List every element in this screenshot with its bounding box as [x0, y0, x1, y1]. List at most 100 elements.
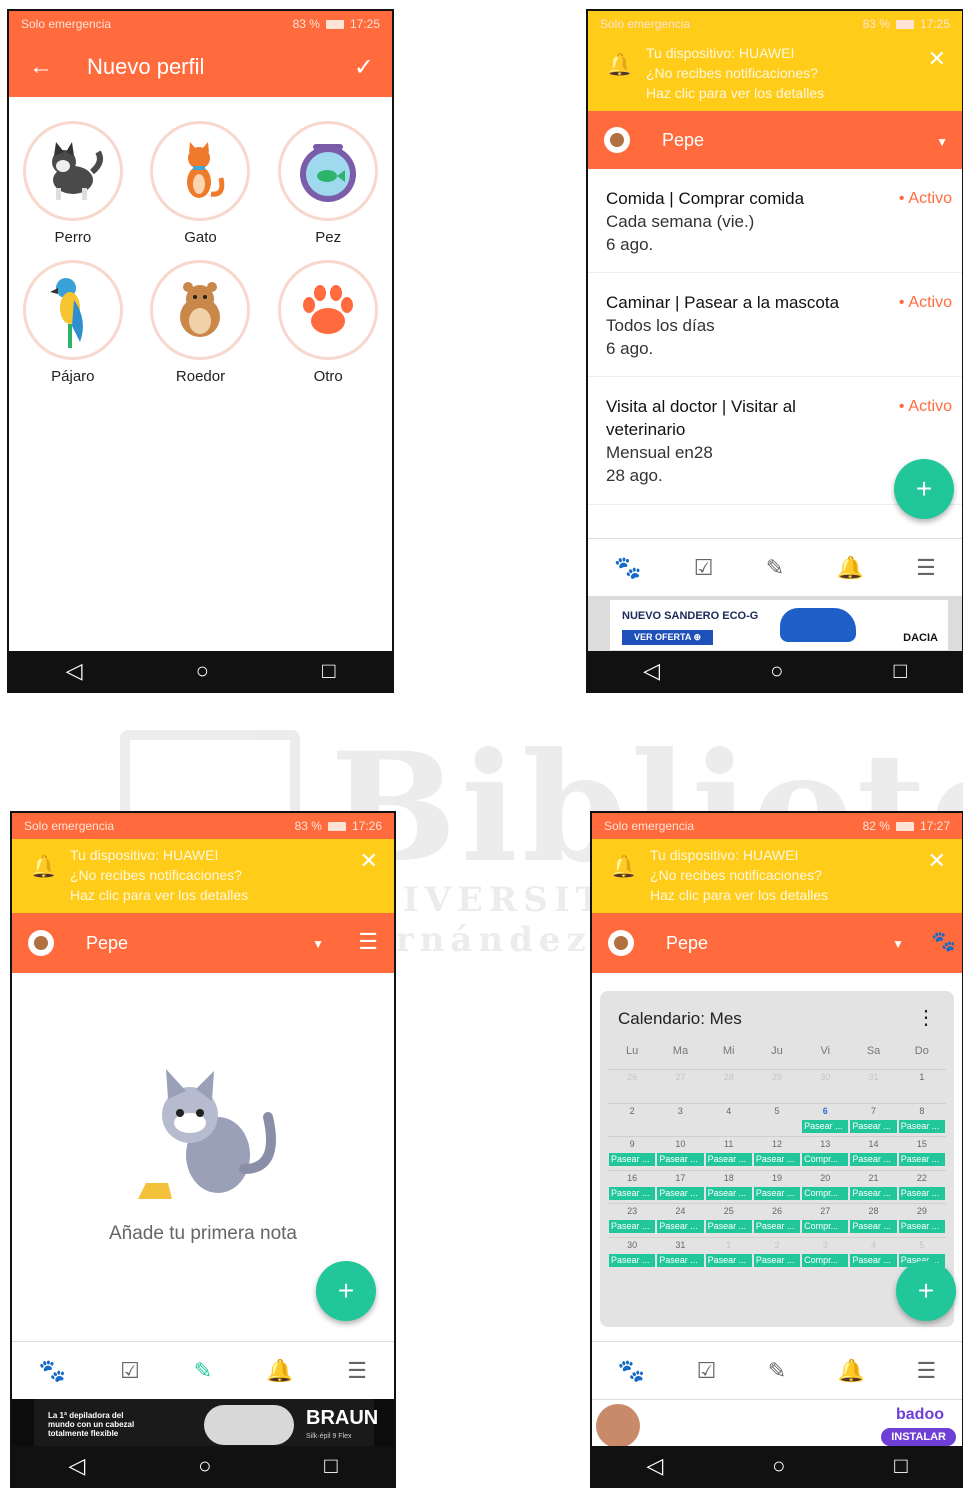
calendar-day-cell[interactable]: 30	[801, 1070, 849, 1101]
calendar-day-cell[interactable]: 26	[608, 1070, 656, 1101]
calendar-event-chip[interactable]: Compr...	[802, 1186, 849, 1200]
calendar-day-cell[interactable]: 13 Compr...	[801, 1137, 849, 1168]
calendar-day-cell[interactable]: 26 Pasear ...	[753, 1204, 801, 1235]
calendar-event-chip[interactable]: Pasear ...	[898, 1153, 945, 1166]
nav-home-icon[interactable]: ○	[772, 1453, 785, 1479]
reminder-item[interactable]: Caminar | Pasear a la mascota Todos los …	[588, 291, 962, 377]
calendar-day-cell[interactable]: 17 Pasear ...	[656, 1171, 704, 1202]
calendar-event-chip[interactable]: Compr...	[802, 1220, 849, 1233]
menu-icon[interactable]: ☰	[916, 555, 936, 581]
animal-option-perro[interactable]: Perro	[9, 121, 137, 246]
calendar-event-chip[interactable]: Pasear ...	[609, 1253, 656, 1267]
dropdown-caret-icon[interactable]: ▼	[892, 937, 904, 951]
calendar-day-cell[interactable]: 4 Pasear ...	[849, 1238, 897, 1269]
calendar-event-chip[interactable]: Pasear ...	[657, 1253, 704, 1267]
nav-back-icon[interactable]: ◁	[646, 1453, 663, 1479]
calendar-day-cell[interactable]: 11 Pasear ...	[705, 1137, 753, 1168]
animal-option-roedor[interactable]: Roedor	[137, 260, 265, 385]
nav-back-icon[interactable]: ◁	[68, 1453, 85, 1479]
notification-warning-banner[interactable]: 🔔 Tu dispositivo: HUAWEI ¿No recibes not…	[12, 839, 394, 913]
calendar-day-cell[interactable]: 28	[705, 1070, 753, 1101]
calendar-event-chip[interactable]: Compr...	[802, 1153, 849, 1166]
pencil-icon[interactable]: ✎	[768, 1358, 786, 1384]
calendar-day-cell[interactable]: 12 Pasear ...	[753, 1137, 801, 1168]
install-button[interactable]: INSTALAR	[881, 1428, 956, 1446]
calendar-event-chip[interactable]: Pasear ...	[657, 1153, 704, 1166]
calendar-event-chip[interactable]: Pasear ...	[609, 1153, 656, 1166]
add-event-button[interactable]: +	[896, 1261, 956, 1321]
calendar-event-chip[interactable]: Compr...	[802, 1253, 849, 1267]
calendar-day-cell[interactable]: 7 Pasear ...	[849, 1104, 897, 1135]
nav-recents-icon[interactable]: □	[894, 1453, 907, 1479]
calendar-day-cell[interactable]: 3	[656, 1104, 704, 1135]
calendar-day-cell[interactable]: 22 Pasear ...	[898, 1171, 946, 1202]
calendar-day-cell[interactable]: 1 Pasear ...	[705, 1238, 753, 1269]
pet-selector-bar[interactable]: Pepe ▼ 🐾	[592, 913, 962, 973]
calendar-event-chip[interactable]: Pasear ...	[705, 1153, 752, 1166]
close-icon[interactable]: ✕	[360, 850, 378, 872]
ad-banner-braun[interactable]: La 1ª depiladora del mundo con un cabeza…	[12, 1399, 394, 1451]
calendar-day-cell[interactable]: 6 Pasear ...	[801, 1104, 849, 1135]
calendar-day-cell[interactable]: 3 Compr...	[801, 1238, 849, 1269]
calendar-day-cell[interactable]: 2 Pasear ...	[753, 1238, 801, 1269]
close-icon[interactable]: ✕	[928, 850, 946, 872]
calendar-day-cell[interactable]: 20 Compr...	[801, 1171, 849, 1202]
calendar-event-chip[interactable]: Pasear ...	[753, 1220, 801, 1233]
arrow-left-icon[interactable]: ←	[29, 53, 53, 81]
reminder-item[interactable]: Comida | Comprar comida Cada semana (vie…	[588, 187, 962, 273]
ad-banner-badoo[interactable]: badoo INSTALAR	[592, 1399, 962, 1451]
animal-option-pez[interactable]: Pez	[264, 121, 392, 246]
add-pet-paw-icon[interactable]: 🐾	[931, 929, 956, 954]
nav-back-icon[interactable]: ◁	[66, 658, 83, 684]
checklist-icon[interactable]: ☑	[694, 555, 714, 581]
nav-home-icon[interactable]: ○	[196, 658, 209, 684]
checklist-icon[interactable]: ☑	[120, 1358, 140, 1384]
pet-selector-bar[interactable]: Pepe ▼	[588, 111, 962, 169]
calendar-day-cell[interactable]: 31	[849, 1070, 897, 1101]
notification-warning-banner[interactable]: 🔔 Tu dispositivo: HUAWEI ¿No recibes not…	[588, 37, 962, 111]
calendar-day-cell[interactable]: 31 Pasear ...	[656, 1238, 704, 1269]
nav-recents-icon[interactable]: □	[322, 658, 335, 684]
calendar-event-chip[interactable]: Pasear ...	[753, 1186, 801, 1200]
bell-icon[interactable]: 🔔	[266, 1358, 293, 1384]
paw-icon[interactable]: 🐾	[618, 1358, 645, 1384]
calendar-event-chip[interactable]: Pasear ...	[850, 1253, 897, 1267]
paw-icon[interactable]: 🐾	[614, 555, 641, 581]
dropdown-caret-icon[interactable]: ▼	[312, 937, 324, 951]
calendar-day-cell[interactable]: 15 Pasear ...	[898, 1137, 946, 1168]
nav-home-icon[interactable]: ○	[198, 1453, 211, 1479]
bell-icon[interactable]: 🔔	[838, 1358, 865, 1384]
calendar-day-cell[interactable]: 28 Pasear ...	[849, 1204, 897, 1235]
pencil-icon[interactable]: ✎	[766, 555, 784, 581]
add-note-button[interactable]: +	[316, 1261, 376, 1321]
calendar-day-cell[interactable]: 21 Pasear ...	[849, 1171, 897, 1202]
calendar-event-chip[interactable]: Pasear ...	[753, 1253, 801, 1267]
nav-recents-icon[interactable]: □	[324, 1453, 337, 1479]
calendar-day-cell[interactable]: 29 Pasear ...	[898, 1204, 946, 1235]
add-reminder-button[interactable]: +	[894, 459, 954, 519]
pet-selector-bar[interactable]: Pepe ▼ ☰	[12, 913, 394, 973]
bell-icon[interactable]: 🔔	[836, 555, 863, 581]
dropdown-caret-icon[interactable]: ▼	[936, 135, 948, 149]
check-icon[interactable]: ✓	[354, 53, 374, 82]
calendar-event-chip[interactable]: Pasear ...	[802, 1119, 849, 1133]
calendar-day-cell[interactable]: 18 Pasear ...	[705, 1171, 753, 1202]
calendar-day-cell[interactable]: 25 Pasear ...	[705, 1204, 753, 1235]
pencil-icon[interactable]: ✎	[194, 1358, 212, 1384]
nav-recents-icon[interactable]: □	[894, 658, 907, 684]
checklist-icon[interactable]: ☑	[697, 1358, 717, 1384]
calendar-day-cell[interactable]: 23 Pasear ...	[608, 1204, 656, 1235]
nav-back-icon[interactable]: ◁	[643, 658, 660, 684]
calendar-event-chip[interactable]: Pasear ...	[705, 1253, 752, 1267]
calendar-day-cell[interactable]: 1	[898, 1070, 946, 1101]
calendar-event-chip[interactable]: Pasear ...	[898, 1186, 945, 1200]
ad-banner-dacia[interactable]: NUEVO SANDERO ECO-G VER OFERTA ⊕ DACIA	[588, 596, 962, 654]
animal-option-otro[interactable]: Otro	[264, 260, 392, 385]
calendar-day-cell[interactable]: 2	[608, 1104, 656, 1135]
calendar-event-chip[interactable]: Pasear ...	[705, 1186, 752, 1200]
calendar-event-chip[interactable]: Pasear ...	[898, 1220, 945, 1233]
calendar-day-cell[interactable]: 8 Pasear ...	[898, 1104, 946, 1135]
calendar-day-cell[interactable]: 29	[753, 1070, 801, 1101]
calendar-day-cell[interactable]: 27 Compr...	[801, 1204, 849, 1235]
calendar-day-cell[interactable]: 5	[753, 1104, 801, 1135]
